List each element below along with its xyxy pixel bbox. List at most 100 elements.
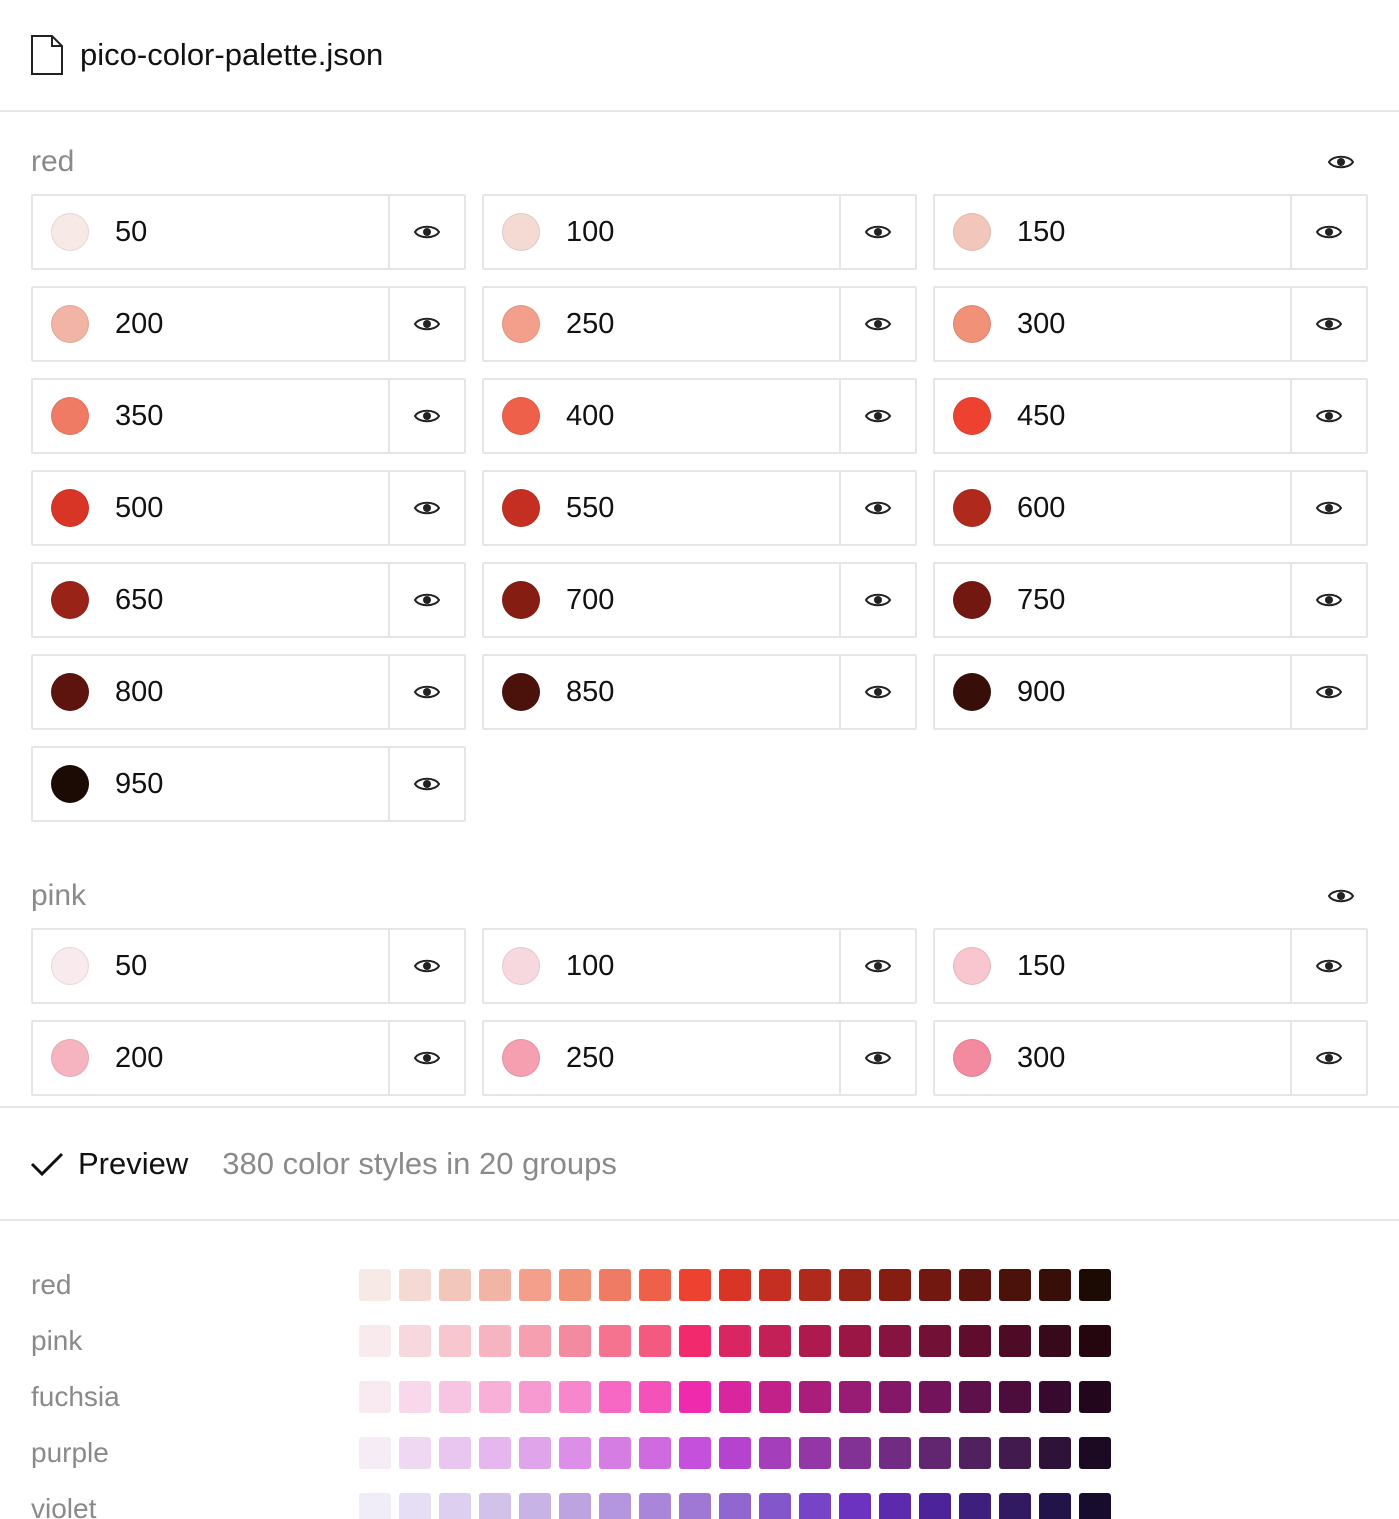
visibility-toggle[interactable] (841, 196, 915, 268)
color-style-item[interactable]: 50 (31, 194, 466, 270)
preview-label[interactable]: Preview (78, 1146, 188, 1182)
visibility-toggle[interactable] (390, 1022, 464, 1094)
color-style-item[interactable]: 300 (933, 286, 1368, 362)
color-style-main[interactable]: 150 (935, 930, 1292, 1002)
preview-swatch (599, 1493, 631, 1519)
visibility-toggle[interactable] (841, 472, 915, 544)
preview-swatch (879, 1493, 911, 1519)
color-style-main[interactable]: 250 (484, 288, 841, 360)
color-style-main[interactable]: 100 (484, 196, 841, 268)
color-style-main[interactable]: 50 (33, 930, 390, 1002)
color-style-item[interactable]: 200 (31, 286, 466, 362)
color-style-label: 150 (1017, 949, 1066, 982)
color-style-main[interactable]: 800 (33, 656, 390, 728)
color-style-main[interactable]: 150 (935, 196, 1292, 268)
color-style-item[interactable]: 550 (482, 470, 917, 546)
visibility-toggle[interactable] (390, 564, 464, 636)
eye-icon (864, 314, 892, 334)
visibility-toggle[interactable] (1292, 656, 1366, 728)
color-style-main[interactable]: 600 (935, 472, 1292, 544)
color-style-main[interactable]: 900 (935, 656, 1292, 728)
color-style-main[interactable]: 100 (484, 930, 841, 1002)
visibility-toggle[interactable] (841, 380, 915, 452)
color-style-main[interactable]: 200 (33, 1022, 390, 1094)
visibility-toggle[interactable] (841, 1022, 915, 1094)
color-style-item[interactable]: 300 (933, 1020, 1368, 1096)
checkmark-icon[interactable] (30, 1151, 64, 1177)
color-style-item[interactable]: 950 (31, 746, 466, 822)
color-style-main[interactable]: 550 (484, 472, 841, 544)
preview-swatch (639, 1325, 671, 1357)
color-swatch (953, 947, 991, 985)
visibility-toggle[interactable] (390, 380, 464, 452)
color-style-main[interactable]: 450 (935, 380, 1292, 452)
color-style-item[interactable]: 650 (31, 562, 466, 638)
eye-icon[interactable] (1327, 152, 1355, 172)
visibility-toggle[interactable] (1292, 564, 1366, 636)
visibility-toggle[interactable] (841, 288, 915, 360)
visibility-toggle[interactable] (1292, 196, 1366, 268)
color-styles-list[interactable]: red 50 100 150 200 250 300 350 400 450 500 550 600 65… (0, 112, 1399, 1106)
visibility-toggle[interactable] (390, 472, 464, 544)
color-style-item[interactable]: 400 (482, 378, 917, 454)
preview-swatch (839, 1493, 871, 1519)
color-style-main[interactable]: 500 (33, 472, 390, 544)
visibility-toggle[interactable] (1292, 380, 1366, 452)
visibility-toggle[interactable] (1292, 472, 1366, 544)
color-swatch (502, 397, 540, 435)
visibility-toggle[interactable] (390, 288, 464, 360)
visibility-toggle[interactable] (390, 196, 464, 268)
color-style-main[interactable]: 50 (33, 196, 390, 268)
color-style-main[interactable]: 850 (484, 656, 841, 728)
color-style-item[interactable]: 700 (482, 562, 917, 638)
preview-swatch (959, 1269, 991, 1301)
color-style-main[interactable]: 950 (33, 748, 390, 820)
visibility-toggle[interactable] (390, 930, 464, 1002)
preview-swatch (959, 1437, 991, 1469)
color-style-item[interactable]: 500 (31, 470, 466, 546)
color-style-main[interactable]: 350 (33, 380, 390, 452)
color-style-main[interactable]: 400 (484, 380, 841, 452)
eye-icon[interactable] (1327, 886, 1355, 906)
color-style-main[interactable]: 700 (484, 564, 841, 636)
color-style-item[interactable]: 350 (31, 378, 466, 454)
color-style-main[interactable]: 200 (33, 288, 390, 360)
color-style-item[interactable]: 450 (933, 378, 1368, 454)
file-icon (31, 35, 63, 75)
color-style-item[interactable]: 800 (31, 654, 466, 730)
preview-swatch (959, 1493, 991, 1519)
color-style-item[interactable]: 850 (482, 654, 917, 730)
color-style-item[interactable]: 250 (482, 1020, 917, 1096)
preview-swatch (919, 1325, 951, 1357)
visibility-toggle[interactable] (841, 564, 915, 636)
preview-swatch (359, 1269, 391, 1301)
color-style-item[interactable]: 600 (933, 470, 1368, 546)
color-style-item[interactable]: 750 (933, 562, 1368, 638)
color-style-item[interactable]: 250 (482, 286, 917, 362)
color-style-main[interactable]: 300 (935, 288, 1292, 360)
color-style-item[interactable]: 900 (933, 654, 1368, 730)
color-style-label: 550 (566, 491, 615, 524)
visibility-toggle[interactable] (1292, 930, 1366, 1002)
color-style-item[interactable]: 50 (31, 928, 466, 1004)
color-style-main[interactable]: 300 (935, 1022, 1292, 1094)
visibility-toggle[interactable] (841, 930, 915, 1002)
visibility-toggle[interactable] (1292, 1022, 1366, 1094)
color-style-item[interactable]: 200 (31, 1020, 466, 1096)
preview-swatch (679, 1269, 711, 1301)
color-style-main[interactable]: 250 (484, 1022, 841, 1094)
visibility-toggle[interactable] (841, 656, 915, 728)
color-style-item[interactable]: 100 (482, 194, 917, 270)
visibility-toggle[interactable] (390, 656, 464, 728)
color-style-main[interactable]: 750 (935, 564, 1292, 636)
color-style-label: 700 (566, 583, 615, 616)
preview-swatch (759, 1325, 791, 1357)
color-style-item[interactable]: 100 (482, 928, 917, 1004)
color-style-item[interactable]: 150 (933, 194, 1368, 270)
color-style-main[interactable]: 650 (33, 564, 390, 636)
color-style-item[interactable]: 150 (933, 928, 1368, 1004)
visibility-toggle[interactable] (1292, 288, 1366, 360)
eye-icon (413, 314, 441, 334)
preview-swatch (999, 1493, 1031, 1519)
visibility-toggle[interactable] (390, 748, 464, 820)
